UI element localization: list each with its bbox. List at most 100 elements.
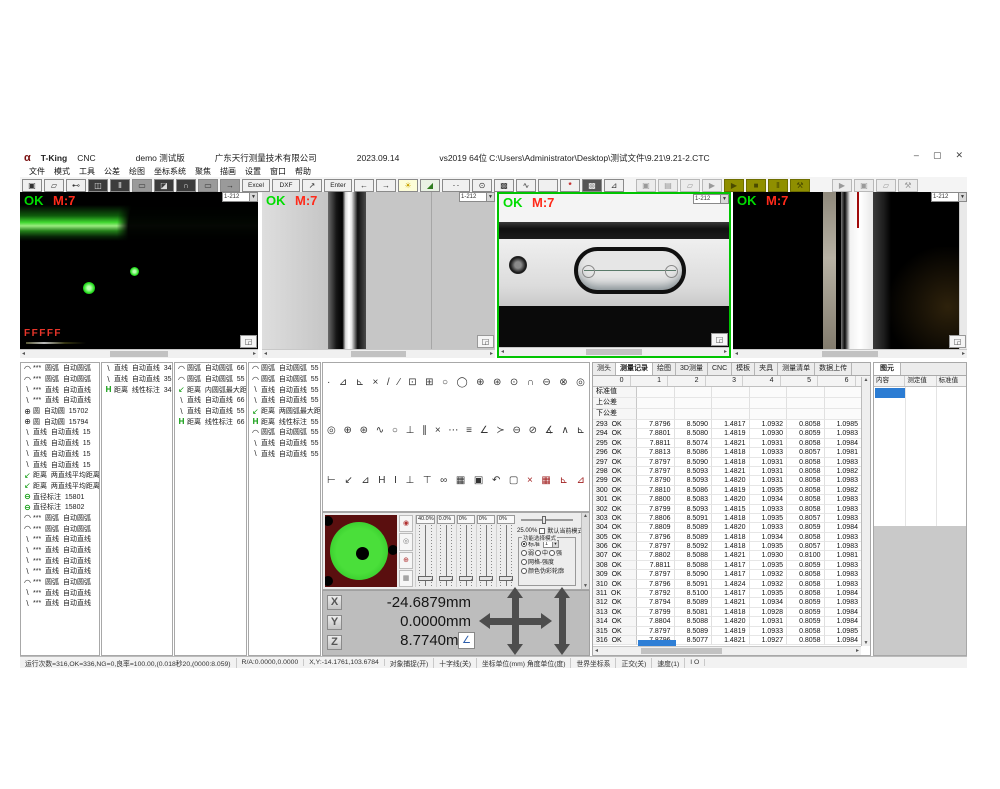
table-row[interactable]: 302 OK7.8799 8.50931.4815 1.09330.8058 1… [593,505,870,514]
fit-view-icon[interactable]: ◲ [240,335,257,348]
table-row[interactable]: 315 OK7.8797 8.50891.4819 1.09330.8058 1… [593,627,870,636]
measure-tool-icon[interactable]: / [387,377,390,388]
list-item[interactable]: 距离 线性标注 66 [175,416,246,427]
measure-tool-icon[interactable]: ⋯ [448,425,458,436]
panel-vscrollbar[interactable]: ▲▼ [581,513,589,589]
camera-view-1[interactable]: OK M:7 FFFFF 1-212 ▼ ◂▸ ◲ [20,192,258,358]
status-item[interactable]: 十字线(关) [434,658,477,668]
radio-weak[interactable] [521,550,527,556]
menu-item[interactable]: 坐标系统 [154,166,186,177]
radio-standard[interactable] [521,541,527,547]
table-row[interactable]: 308 OK7.8811 8.50881.4817 1.09350.8059 1… [593,561,870,570]
measure-tool-icon[interactable]: ∠ [480,425,489,436]
camera-view-4[interactable]: OK M:7 1-212 ▼ ◂▸ ◲ [733,192,967,358]
elements-tab[interactable]: 图元 [874,363,901,375]
toolbar-button[interactable]: ∩ [176,179,196,192]
measure-tool-icon[interactable]: ⊥ [405,475,414,486]
toolbar-button[interactable]: Ⅱ [768,179,788,192]
camera-hscrollbar[interactable]: ◂▸ [499,347,729,356]
measure-tool-icon[interactable]: ⊖ [542,377,550,388]
slider-thumb[interactable] [439,576,453,581]
measure-tool-icon[interactable]: ⊛ [493,377,501,388]
list-item[interactable]: 直线 自动直线 55 [249,384,320,395]
measure-tool-icon[interactable]: ∥ [422,425,427,436]
toolbar-button[interactable]: ⚒ [898,179,918,192]
slider-thumb[interactable] [418,576,433,581]
table-row[interactable]: 316 OK7.8796 8.50771.4821 1.09270.8058 1… [593,636,870,645]
table-row[interactable]: 293 OK7.8796 8.50901.4817 1.09320.8058 1… [593,420,870,429]
table-row[interactable]: 299 OK7.8790 8.50931.4820 1.09310.8058 1… [593,476,870,485]
fit-view-icon[interactable]: ◲ [949,335,966,348]
measure-tool-icon[interactable]: ⊙ [510,377,518,388]
list-item[interactable]: 直线 自动直线 66 [175,395,246,406]
table-row[interactable]: 306 OK7.8797 8.50921.4818 1.09350.8057 1… [593,542,870,551]
status-item[interactable]: 世界坐标系 [571,658,616,668]
measure-tool-icon[interactable]: ⊕ [476,377,484,388]
table-row[interactable]: 314 OK7.8804 8.50881.4820 1.09310.8059 1… [593,617,870,626]
measure-tool-icon[interactable]: ⊗ [559,377,567,388]
light-slider[interactable]: 0% [496,515,515,587]
measure-tool-icon[interactable]: ↙ [344,475,352,486]
measure-tool-icon[interactable]: ⊢ [327,475,336,486]
list-item[interactable]: 圆弧 自动圆弧 55 [249,374,320,385]
list-item[interactable]: 圆 自动圆 15794 [21,416,99,427]
status-item[interactable]: R/A:0.0000,0.0000 [237,659,305,666]
toolbar-button[interactable]: ← [354,179,374,192]
toolbar-button[interactable]: ∿ [516,179,536,192]
status-item[interactable]: 对象捕捉(开) [385,658,435,668]
list-item[interactable]: *** 直线 自动直线 [21,598,99,609]
measure-tool-icon[interactable]: ⊖ [513,425,521,436]
measure-tool-icon[interactable]: ∩ [527,377,534,388]
table-tab[interactable]: 测量记录 [616,363,653,375]
zoom-slider[interactable] [521,519,573,521]
table-tab[interactable]: CNC [708,363,732,375]
table-row[interactable]: 297 OK7.8797 8.50901.4818 1.09310.8058 1… [593,458,870,467]
list-item[interactable]: 距离 线性标注 55 [249,416,320,427]
menu-item[interactable]: 聚焦 [195,166,211,177]
list-item[interactable]: 直线 自动直线 15 [21,449,99,460]
measure-tool-icon[interactable]: × [373,377,379,388]
table-row[interactable]: 311 OK7.8792 8.51001.4817 1.09350.8058 1… [593,589,870,598]
table-row[interactable]: 294 OK7.8801 8.50801.4819 1.09300.8059 1… [593,429,870,438]
table-hscrollbar[interactable]: ◂▸ [593,646,861,655]
measure-tool-icon[interactable]: ⊿ [339,377,347,388]
status-item[interactable]: 正交(关) [616,658,652,668]
list-item[interactable]: 直径标注 15801 [21,491,99,502]
rings-mode-icon[interactable]: ◎ [399,533,413,550]
measure-tool-icon[interactable]: ⊤ [423,475,432,486]
xy-jog-vertical[interactable] [512,597,519,645]
list-item[interactable]: *** 直线 自动直线 [21,555,99,566]
table-tab[interactable]: 绘图 [653,363,676,375]
measure-tool-icon[interactable]: ≻ [496,425,504,436]
list-item[interactable]: 直线 自动直线 34 [102,363,172,374]
list-item[interactable]: 直线 自动直线 55 [249,395,320,406]
toolbar-button[interactable]: ▱ [680,179,700,192]
toolbar-button[interactable]: ▶ [724,179,744,192]
toolbar-button[interactable]: ▣ [854,179,874,192]
list-item[interactable]: *** 直线 自动直线 [21,566,99,577]
measure-tool-icon[interactable]: ∡ [545,425,554,436]
measure-tool-icon[interactable]: ⊛ [360,425,368,436]
radio-strong[interactable] [549,550,555,556]
toolbar-button[interactable]: ⚒ [790,179,810,192]
list-item[interactable]: 距离 线性标注 34 [102,384,172,395]
slider-thumb[interactable] [479,576,493,581]
jog-right-icon[interactable] [541,613,552,629]
default-mode-checkbox[interactable] [539,528,545,534]
measure-tool-icon[interactable]: ⊿ [361,475,369,486]
list-item[interactable]: 直线 自动直线 15 [21,427,99,438]
table-tab[interactable]: 测量清单 [778,363,815,375]
toolbar-button[interactable]: ▣ [22,179,42,192]
camera-range-combo[interactable]: 1-212 ▼ [459,192,495,202]
toolbar-button[interactable]: ⊿ [604,179,624,192]
measure-tool-icon[interactable]: ⊾ [559,475,567,486]
radio-color[interactable] [521,568,527,574]
list-item[interactable]: 圆弧 自动圆弧 66 [175,363,246,374]
toolbar-button[interactable]: ▱ [44,179,64,192]
menu-item[interactable]: 描画 [220,166,236,177]
toolbar-button[interactable]: ▤ [658,179,678,192]
ring-light-preview[interactable] [325,515,397,587]
list-item[interactable]: 距离 两直线平均距离 [21,470,99,481]
measure-tool-icon[interactable]: · [327,377,330,388]
toolbar-button[interactable]: ☀ [398,179,418,192]
